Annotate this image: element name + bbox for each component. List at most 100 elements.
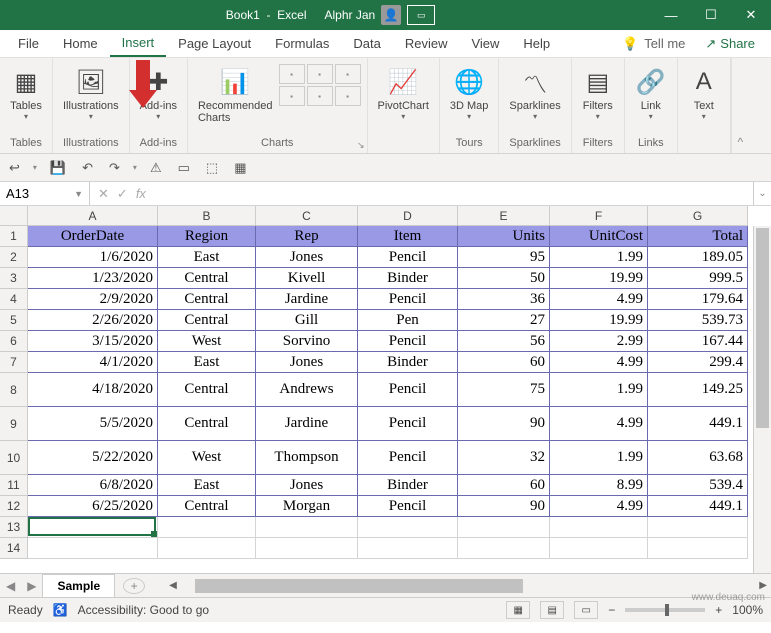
data-cell[interactable]: 1.99 (550, 247, 648, 268)
data-cell[interactable]: West (158, 331, 256, 352)
data-cell[interactable]: 60 (458, 475, 550, 496)
empty-cell[interactable] (256, 517, 358, 538)
tab-insert[interactable]: Insert (110, 30, 167, 57)
data-cell[interactable]: 189.05 (648, 247, 748, 268)
tab-file[interactable]: File (6, 30, 51, 57)
row-header-7[interactable]: 7 (0, 352, 28, 373)
empty-cell[interactable] (158, 538, 256, 559)
tab-view[interactable]: View (459, 30, 511, 57)
tell-me[interactable]: 💡 Tell me (612, 36, 695, 52)
empty-cell[interactable] (550, 517, 648, 538)
empty-cell[interactable] (648, 517, 748, 538)
data-cell[interactable]: 449.1 (648, 407, 748, 441)
data-cell[interactable]: Central (158, 310, 256, 331)
data-cell[interactable]: 63.68 (648, 441, 748, 475)
header-cell[interactable]: Rep (256, 226, 358, 247)
fx-icon[interactable]: fx (136, 186, 146, 201)
col-header-D[interactable]: D (358, 206, 458, 226)
data-cell[interactable]: Central (158, 373, 256, 407)
qat-button-5[interactable]: ▭ (175, 160, 193, 176)
enter-formula-icon[interactable]: ✓ (117, 186, 128, 202)
data-cell[interactable]: Central (158, 407, 256, 441)
spreadsheet-grid[interactable]: ABCDEFG 1234567891011121314 OrderDateReg… (0, 206, 771, 574)
empty-cell[interactable] (358, 538, 458, 559)
accessibility-status[interactable]: Accessibility: Good to go (78, 603, 209, 617)
row-header-14[interactable]: 14 (0, 538, 28, 559)
row-header-3[interactable]: 3 (0, 268, 28, 289)
data-cell[interactable]: 4.99 (550, 496, 648, 517)
row-header-4[interactable]: 4 (0, 289, 28, 310)
data-cell[interactable]: Jardine (256, 289, 358, 310)
minimize-button[interactable]: — (651, 0, 691, 30)
data-cell[interactable]: East (158, 352, 256, 373)
data-cell[interactable]: Binder (358, 475, 458, 496)
data-cell[interactable]: 56 (458, 331, 550, 352)
row-header-11[interactable]: 11 (0, 475, 28, 496)
data-cell[interactable]: 149.25 (648, 373, 748, 407)
data-cell[interactable]: Kivell (256, 268, 358, 289)
data-cell[interactable]: Andrews (256, 373, 358, 407)
tables-button[interactable]: ▦Tables▾ (6, 64, 46, 123)
empty-cell[interactable] (458, 538, 550, 559)
data-cell[interactable]: 6/8/2020 (28, 475, 158, 496)
zoom-level[interactable]: 100% (732, 603, 763, 617)
chart-combo-button[interactable]: ▪ (335, 86, 361, 106)
data-cell[interactable]: 19.99 (550, 310, 648, 331)
charts-launcher-icon[interactable]: ↘ (357, 140, 365, 151)
data-cell[interactable]: 90 (458, 407, 550, 441)
data-cell[interactable]: Jardine (256, 407, 358, 441)
qat-button-2[interactable]: ↶ (79, 160, 96, 176)
empty-cell[interactable] (28, 517, 158, 538)
data-cell[interactable]: Jones (256, 247, 358, 268)
data-cell[interactable]: East (158, 475, 256, 496)
data-cell[interactable]: 5/22/2020 (28, 441, 158, 475)
view-break-button[interactable]: ▭ (574, 601, 598, 619)
data-cell[interactable]: 50 (458, 268, 550, 289)
zoom-out-button[interactable]: − (608, 603, 615, 617)
data-cell[interactable]: 32 (458, 441, 550, 475)
row-header-9[interactable]: 9 (0, 407, 28, 441)
data-cell[interactable]: Binder (358, 352, 458, 373)
view-layout-button[interactable]: ▤ (540, 601, 564, 619)
empty-cell[interactable] (458, 517, 550, 538)
accessibility-icon[interactable]: ♿ (53, 603, 68, 617)
column-headers[interactable]: ABCDEFG (28, 206, 748, 226)
header-cell[interactable]: Total (648, 226, 748, 247)
row-header-10[interactable]: 10 (0, 441, 28, 475)
data-cell[interactable]: Morgan (256, 496, 358, 517)
formula-input[interactable] (154, 182, 753, 205)
data-cell[interactable]: 179.64 (648, 289, 748, 310)
data-cell[interactable]: Jones (256, 475, 358, 496)
chart-line-button[interactable]: ▪ (307, 64, 333, 84)
filters-button[interactable]: ▤Filters▾ (578, 64, 618, 123)
row-header-2[interactable]: 2 (0, 247, 28, 268)
row-header-5[interactable]: 5 (0, 310, 28, 331)
empty-cell[interactable] (648, 538, 748, 559)
data-cell[interactable]: 75 (458, 373, 550, 407)
col-header-F[interactable]: F (550, 206, 648, 226)
data-cell[interactable]: 6/25/2020 (28, 496, 158, 517)
header-cell[interactable]: UnitCost (550, 226, 648, 247)
data-cell[interactable]: Pencil (358, 247, 458, 268)
link-button[interactable]: 🔗Link▾ (631, 64, 671, 123)
data-cell[interactable]: Thompson (256, 441, 358, 475)
data-cell[interactable]: Pencil (358, 289, 458, 310)
zoom-in-button[interactable]: + (715, 603, 722, 617)
row-header-8[interactable]: 8 (0, 373, 28, 407)
data-cell[interactable]: Pencil (358, 407, 458, 441)
qat-button-0[interactable]: ↩ (6, 160, 23, 176)
empty-cell[interactable] (550, 538, 648, 559)
data-cell[interactable]: Sorvino (256, 331, 358, 352)
text-button[interactable]: AText▾ (684, 64, 724, 123)
add-sheet-button[interactable]: + (123, 578, 145, 594)
data-cell[interactable]: 4.99 (550, 407, 648, 441)
row-header-13[interactable]: 13 (0, 517, 28, 538)
data-cell[interactable]: 539.73 (648, 310, 748, 331)
collapse-ribbon-icon[interactable]: ^ (731, 58, 749, 153)
sparklines-button[interactable]: 〽Sparklines▾ (505, 64, 564, 123)
tab-page-layout[interactable]: Page Layout (166, 30, 263, 57)
qat-button-3[interactable]: ↷ (106, 160, 123, 176)
data-cell[interactable]: 90 (458, 496, 550, 517)
data-cell[interactable]: Gill (256, 310, 358, 331)
data-cell[interactable]: 299.4 (648, 352, 748, 373)
